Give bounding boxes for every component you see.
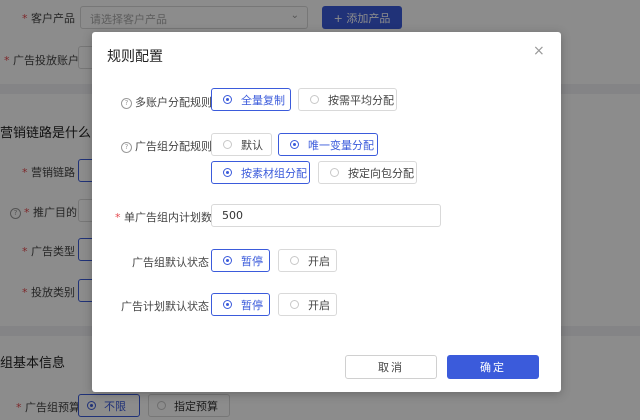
option-full-copy[interactable]: 全量复制 bbox=[211, 88, 291, 111]
radio-dot-icon bbox=[223, 168, 232, 177]
plans-per-group-label: * 单广告组内计划数 bbox=[115, 211, 212, 224]
confirm-button[interactable]: 确定 bbox=[447, 355, 539, 379]
radio-dot-icon bbox=[310, 95, 319, 104]
option-by-material-group[interactable]: 按素材组分配 bbox=[211, 161, 310, 184]
close-icon[interactable]: × bbox=[533, 43, 545, 59]
cancel-button[interactable]: 取消 bbox=[345, 355, 437, 379]
radio-dot-icon bbox=[330, 168, 339, 177]
option-unique-variable[interactable]: 唯一变量分配 bbox=[278, 133, 378, 156]
radio-dot-icon bbox=[290, 256, 299, 265]
ad-group-default-status-label: 广告组默认状态 bbox=[132, 256, 209, 269]
radio-dot-icon bbox=[223, 140, 232, 149]
radio-dot-icon bbox=[290, 300, 299, 309]
help-icon: ? bbox=[121, 142, 132, 153]
ad-group-status-enabled[interactable]: 开启 bbox=[278, 249, 337, 272]
option-default[interactable]: 默认 bbox=[211, 133, 272, 156]
ad-plan-status-enabled[interactable]: 开启 bbox=[278, 293, 337, 316]
option-by-targeting-package[interactable]: 按定向包分配 bbox=[318, 161, 417, 184]
radio-dot-icon bbox=[223, 95, 232, 104]
modal-title: 规则配置 bbox=[107, 49, 163, 65]
plans-per-group-input[interactable] bbox=[211, 204, 441, 227]
ad-plan-default-status-label: 广告计划默认状态 bbox=[121, 300, 209, 313]
help-icon: ? bbox=[121, 98, 132, 109]
radio-dot-icon bbox=[290, 140, 299, 149]
multi-account-rule-label: ? 多账户分配规则 bbox=[121, 94, 212, 110]
ad-group-rule-label: ? 广告组分配规则 bbox=[121, 138, 212, 154]
ad-group-status-paused[interactable]: 暂停 bbox=[211, 249, 270, 272]
option-even-split[interactable]: 按需平均分配 bbox=[298, 88, 397, 111]
radio-dot-icon bbox=[223, 300, 232, 309]
ad-plan-status-paused[interactable]: 暂停 bbox=[211, 293, 270, 316]
radio-dot-icon bbox=[223, 256, 232, 265]
